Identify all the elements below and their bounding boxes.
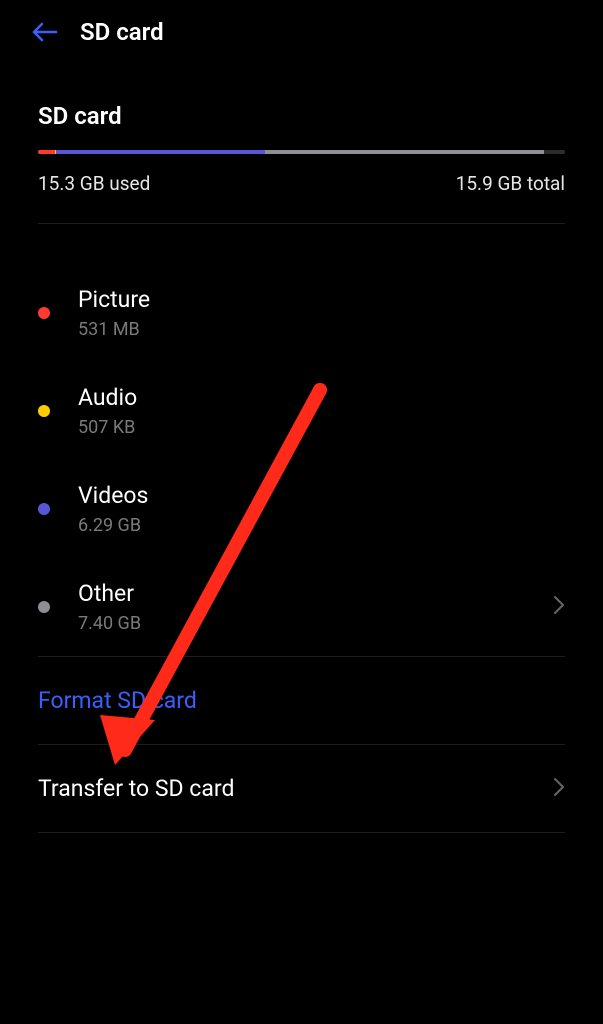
category-size: 6.29 GB — [78, 515, 565, 536]
header: SD card — [0, 0, 603, 64]
storage-stats: 15.3 GB used 15.9 GB total — [38, 172, 565, 195]
progress-segment — [56, 150, 265, 154]
category-size: 531 MB — [78, 319, 565, 340]
category-list: Picture 531 MB Audio 507 KB Videos 6.29 GB Oth… — [0, 264, 603, 656]
storage-title: SD card — [38, 102, 565, 130]
category-item-audio[interactable]: Audio 507 KB — [38, 362, 565, 460]
transfer-label: Transfer to SD card — [38, 775, 234, 802]
storage-progress-bar — [38, 150, 565, 154]
category-size: 507 KB — [78, 417, 565, 438]
category-text: Videos 6.29 GB — [78, 482, 565, 536]
category-name: Picture — [78, 286, 565, 313]
category-name: Audio — [78, 384, 565, 411]
category-text: Audio 507 KB — [78, 384, 565, 438]
progress-segment — [544, 150, 565, 154]
back-arrow-icon[interactable] — [30, 18, 58, 46]
format-sd-card-button[interactable]: Format SD card — [0, 657, 603, 744]
category-item-videos[interactable]: Videos 6.29 GB — [38, 460, 565, 558]
progress-segment — [265, 150, 544, 154]
storage-summary: SD card 15.3 GB used 15.9 GB total — [0, 102, 603, 195]
category-dot-icon — [38, 307, 50, 319]
format-label: Format SD card — [38, 687, 197, 714]
category-item-other[interactable]: Other 7.40 GB — [38, 558, 565, 656]
chevron-right-icon — [553, 777, 565, 801]
divider — [38, 223, 565, 224]
category-name: Other — [78, 580, 553, 607]
category-dot-icon — [38, 601, 50, 613]
page-title: SD card — [80, 18, 164, 46]
chevron-right-icon — [553, 595, 565, 619]
divider — [38, 832, 565, 833]
transfer-to-sd-card-button[interactable]: Transfer to SD card — [0, 745, 603, 832]
category-item-picture[interactable]: Picture 531 MB — [38, 264, 565, 362]
storage-used: 15.3 GB used — [38, 172, 150, 195]
progress-segment — [38, 150, 55, 154]
category-size: 7.40 GB — [78, 613, 553, 634]
category-text: Other 7.40 GB — [78, 580, 553, 634]
category-text: Picture 531 MB — [78, 286, 565, 340]
category-dot-icon — [38, 503, 50, 515]
storage-total: 15.9 GB total — [456, 172, 565, 195]
category-dot-icon — [38, 405, 50, 417]
category-name: Videos — [78, 482, 565, 509]
